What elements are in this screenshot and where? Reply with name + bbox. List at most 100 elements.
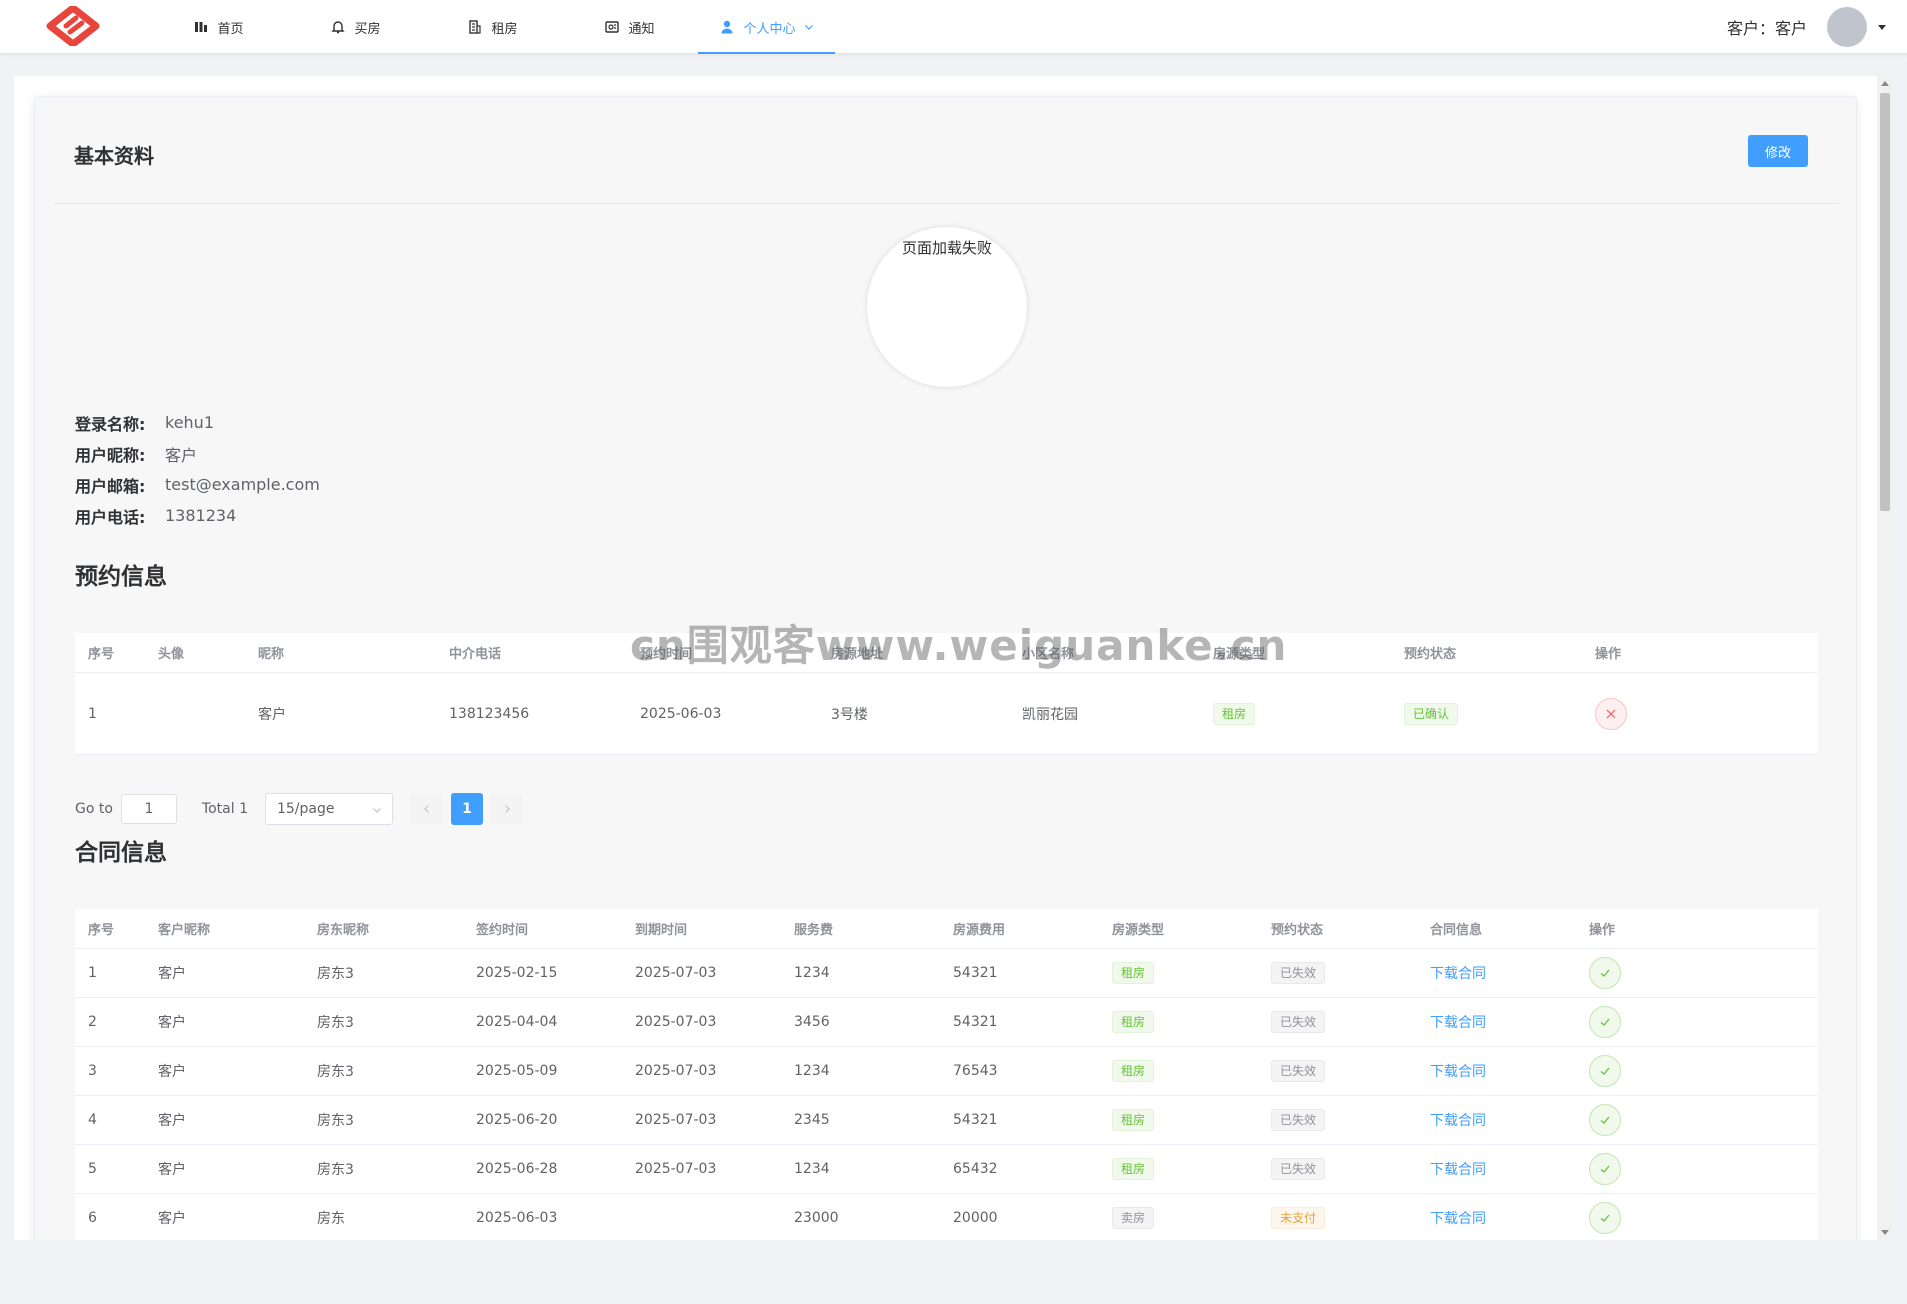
cell-sign: 2025-06-03 <box>476 1210 558 1226</box>
status-badge: 已确认 <box>1404 702 1459 725</box>
column-header: 操作 <box>1595 647 1622 662</box>
nav-notice-label: 通知 <box>628 21 655 37</box>
cell-contract: 下载合同 <box>1417 1061 1576 1081</box>
confirm-button[interactable] <box>1589 1104 1621 1136</box>
cell-community: 凯丽花园 <box>1022 706 1078 723</box>
column-header: 预约状态 <box>1404 647 1457 662</box>
bell-icon <box>331 21 346 34</box>
check-icon <box>1600 1018 1610 1026</box>
page-size-select[interactable]: 15/page <box>264 793 393 825</box>
cell-contract: 下载合同 <box>1417 963 1576 983</box>
column-header: 头像 <box>158 647 185 662</box>
cell-price: 54321 <box>953 965 998 981</box>
download-contract-link[interactable]: 下载合同 <box>1430 1162 1486 1178</box>
cell-price: 76543 <box>953 1063 998 1079</box>
cell-action <box>1576 1055 1735 1087</box>
cell-customer: 客户 <box>158 1211 186 1227</box>
type-tag: 租房 <box>1112 1158 1155 1180</box>
nav-rent[interactable]: 租房 <box>424 0 561 54</box>
cell-status: 未支付 <box>1258 1207 1417 1229</box>
table-header: 序号 客户昵称 房东昵称 签约时间 到期时间 服务费 房源费用 房源类型 预约状… <box>75 909 1818 949</box>
nav-home[interactable]: 首页 <box>150 0 287 54</box>
profile-info: 登录名称: kehu1 用户昵称: 客户 用户邮箱: test@example.… <box>75 407 320 531</box>
cell-fee: 23000 <box>794 1210 839 1226</box>
cell-contract: 下载合同 <box>1417 1012 1576 1032</box>
cell-expire: 2025-07-03 <box>635 1014 717 1030</box>
confirm-button[interactable] <box>1589 957 1621 989</box>
download-contract-link[interactable]: 下载合同 <box>1430 966 1486 982</box>
cell-sign: 2025-04-04 <box>476 1014 558 1030</box>
user-menu[interactable]: 客户：客户 <box>1727 5 1887 49</box>
confirm-button[interactable] <box>1589 1153 1621 1185</box>
nav-notice[interactable]: 通知 <box>561 0 698 54</box>
confirm-button[interactable] <box>1589 1055 1621 1087</box>
edit-button[interactable]: 修改 <box>1748 135 1808 167</box>
cell-action <box>1576 957 1735 989</box>
avatar[interactable] <box>1827 7 1867 47</box>
cell-customer: 客户 <box>158 1113 186 1129</box>
info-row-phone: 用户电话: 1381234 <box>75 500 320 531</box>
cell-type: 卖房 <box>1099 1207 1258 1229</box>
chevron-down-icon <box>804 25 813 30</box>
watermark: cn围观客www.weiguanke.cn <box>630 621 1288 670</box>
cell-expire: 2025-07-03 <box>635 1161 717 1177</box>
status-badge: 已失效 <box>1271 1109 1326 1131</box>
scroll-up-icon[interactable] <box>1881 80 1889 88</box>
page-number-button[interactable]: 1 <box>450 793 483 825</box>
column-header: 房源类型 <box>1112 923 1165 938</box>
cancel-appointment-button[interactable] <box>1595 697 1627 730</box>
cell-expire: 2025-07-03 <box>635 1063 717 1079</box>
check-icon <box>1600 1165 1610 1173</box>
download-contract-link[interactable]: 下载合同 <box>1430 1211 1486 1227</box>
contract-rows: 1 客户 房东3 2025-02-15 2025-07-03 1234 54321 租房 已失效… <box>75 949 1818 1240</box>
status-badge: 未支付 <box>1271 1207 1326 1229</box>
pagination: Go to Total 1 15/page 1 <box>75 793 523 825</box>
confirm-button[interactable] <box>1589 1006 1621 1038</box>
cell-fee: 1234 <box>794 1161 830 1177</box>
confirm-button[interactable] <box>1589 1202 1621 1234</box>
status-badge: 已失效 <box>1271 1011 1326 1033</box>
profile-avatar: 页面加载失败 <box>867 227 1027 387</box>
caret-down-icon[interactable] <box>1877 22 1887 32</box>
cell-index: 2 <box>88 1014 97 1030</box>
chevron-right-icon <box>505 805 510 813</box>
cell-landlord: 房东 <box>317 1211 345 1227</box>
cell-price: 54321 <box>953 1014 998 1030</box>
cell-action <box>1576 1104 1735 1136</box>
table-row: 6 客户 房东 2025-06-03 23000 20000 卖房 未支付 下载合同 <box>75 1194 1818 1240</box>
cell-landlord: 房东3 <box>317 966 354 982</box>
cell-status: 已失效 <box>1258 962 1417 984</box>
prev-page-button[interactable] <box>410 793 443 825</box>
cell-landlord: 房东3 <box>317 1162 354 1178</box>
check-icon <box>1600 969 1610 977</box>
download-contract-link[interactable]: 下载合同 <box>1430 1064 1486 1080</box>
type-tag: 租房 <box>1112 962 1155 984</box>
goto-label: Go to <box>75 801 113 817</box>
cell-type: 租房 <box>1200 702 1391 725</box>
cell-index: 6 <box>88 1210 97 1226</box>
scroll-thumb[interactable] <box>1880 93 1890 511</box>
info-label: 用户电话: <box>75 507 146 527</box>
download-contract-link[interactable]: 下载合同 <box>1430 1015 1486 1031</box>
nav-profile[interactable]: 个人中心 <box>698 0 835 54</box>
scroll-down-icon[interactable] <box>1881 1228 1889 1236</box>
download-contract-link[interactable]: 下载合同 <box>1430 1113 1486 1129</box>
goto-input[interactable] <box>120 794 177 824</box>
scrollbar[interactable] <box>1877 76 1893 1240</box>
nav-rent-label: 租房 <box>491 21 518 37</box>
cell-status: 已失效 <box>1258 1011 1417 1033</box>
nav-profile-label: 个人中心 <box>743 21 796 37</box>
logo-icon[interactable] <box>46 6 100 46</box>
chart-bar-icon <box>195 22 208 32</box>
appointments-title: 预约信息 <box>75 564 167 590</box>
next-page-button[interactable] <box>490 793 523 825</box>
building-icon <box>469 20 482 34</box>
nav-buy-label: 买房 <box>354 21 381 37</box>
cell-landlord: 房东3 <box>317 1064 354 1080</box>
nav-buy[interactable]: 买房 <box>287 0 424 54</box>
table-row: 1 客户 138123456 2025-06-03 3号楼 凯丽花园 租房 已确… <box>75 673 1818 755</box>
status-badge: 已失效 <box>1271 1060 1326 1082</box>
column-header: 到期时间 <box>635 923 688 938</box>
cell-customer: 客户 <box>158 1064 186 1080</box>
cell-fee: 1234 <box>794 1063 830 1079</box>
